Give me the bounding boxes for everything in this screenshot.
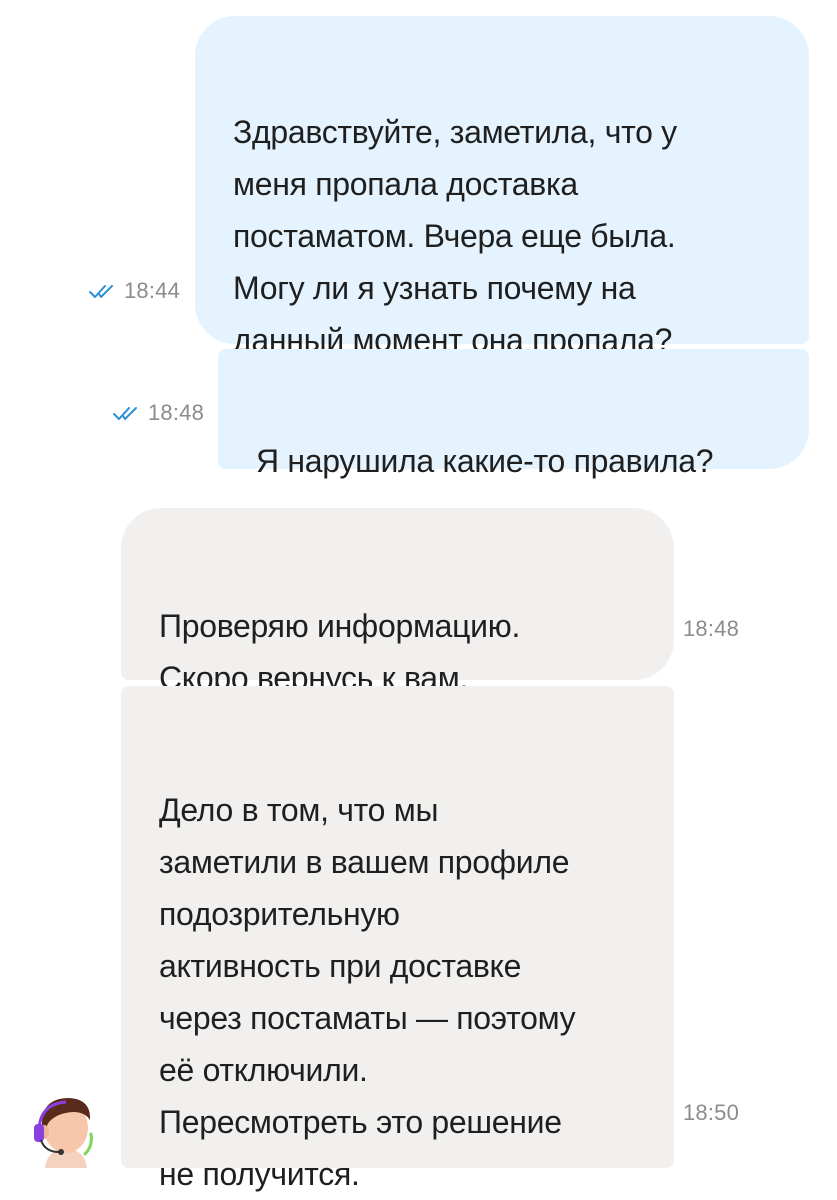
message-time: 18:44 — [124, 278, 181, 303]
outgoing-message-bubble[interactable]: Я нарушила какие-то правила? — [218, 349, 809, 479]
message-time: 18:48 — [148, 400, 205, 425]
support-agent-avatar-icon[interactable] — [27, 1090, 105, 1168]
double-check-icon — [89, 285, 113, 298]
incoming-message-bubble[interactable]: Проверяю информацию. Скоро вернусь к вам… — [121, 508, 674, 696]
message-meta: 18:48 — [683, 616, 739, 642]
message-meta: 18:50 — [683, 1100, 739, 1126]
double-check-icon — [113, 407, 137, 420]
message-text: Дело в том, что мы заметили в вашем проф… — [159, 792, 576, 1192]
message-meta: 18:48 — [112, 400, 204, 426]
incoming-message-bubble[interactable]: Дело в том, что мы заметили в вашем проф… — [121, 686, 674, 1192]
message-meta: 18:44 — [88, 278, 180, 304]
message-time: 18:48 — [683, 616, 740, 641]
outgoing-message-bubble[interactable]: Здравствуйте, заметила, что у меня пропа… — [195, 16, 809, 358]
message-text: Здравствуйте, заметила, что у меня пропа… — [233, 114, 677, 358]
message-text: Я нарушила какие-то правила? — [256, 443, 714, 479]
message-time: 18:50 — [683, 1100, 740, 1125]
message-text: Проверяю информацию. Скоро вернусь к вам… — [159, 608, 521, 696]
